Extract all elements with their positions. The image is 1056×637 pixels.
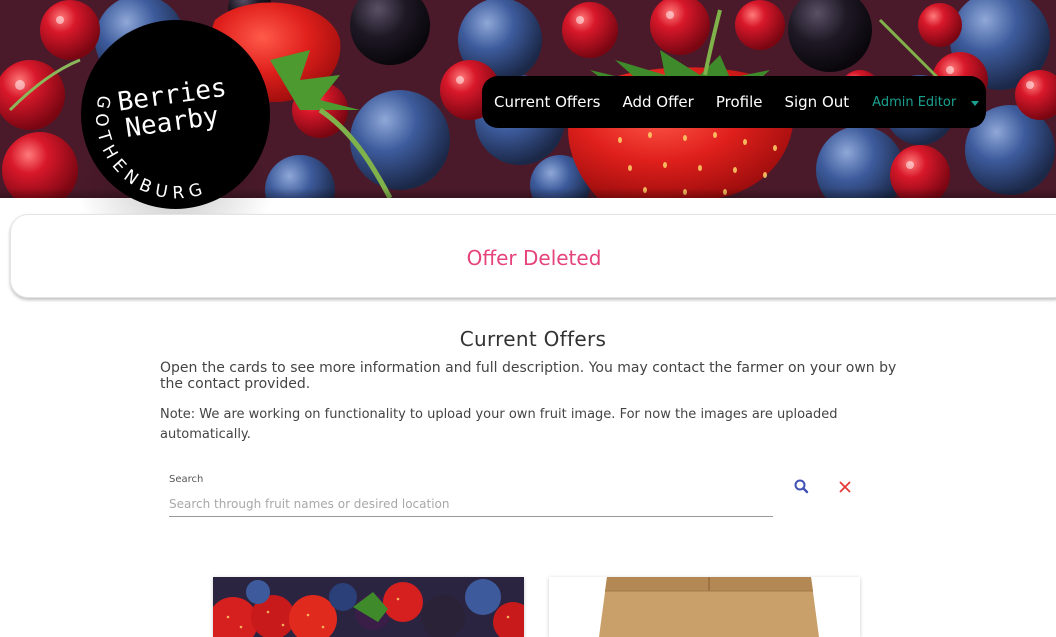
nav-profile[interactable]: Profile [716,93,763,111]
cardboard-box-image [549,577,860,637]
intro-text: Open the cards to see more information a… [160,360,897,392]
brand-logo[interactable]: GOTHENBURG Berries Nearby [81,20,270,209]
status-alert: Offer Deleted [10,214,1056,298]
search-label: Search [169,474,204,485]
mixed-berries-image [213,577,524,637]
main-nav: Current Offers Add Offer Profile Sign Ou… [482,76,986,128]
offer-card[interactable] [213,577,524,637]
caret-down-icon [971,100,980,106]
nav-current-offers[interactable]: Current Offers [494,93,600,111]
nav-add-offer[interactable]: Add Offer [622,93,693,111]
offer-card[interactable] [549,577,860,637]
page-title: Current Offers [459,327,607,351]
search-input[interactable] [169,492,773,517]
nav-sign-out[interactable]: Sign Out [784,93,849,111]
user-menu-label: Admin Editor [872,94,957,110]
close-icon[interactable] [835,477,855,497]
user-menu-dropdown[interactable]: Admin Editor [872,94,980,110]
note-text: Note: We are working on functionality to… [160,407,838,442]
alert-message: Offer Deleted [466,246,602,270]
search-icon[interactable] [792,477,812,497]
